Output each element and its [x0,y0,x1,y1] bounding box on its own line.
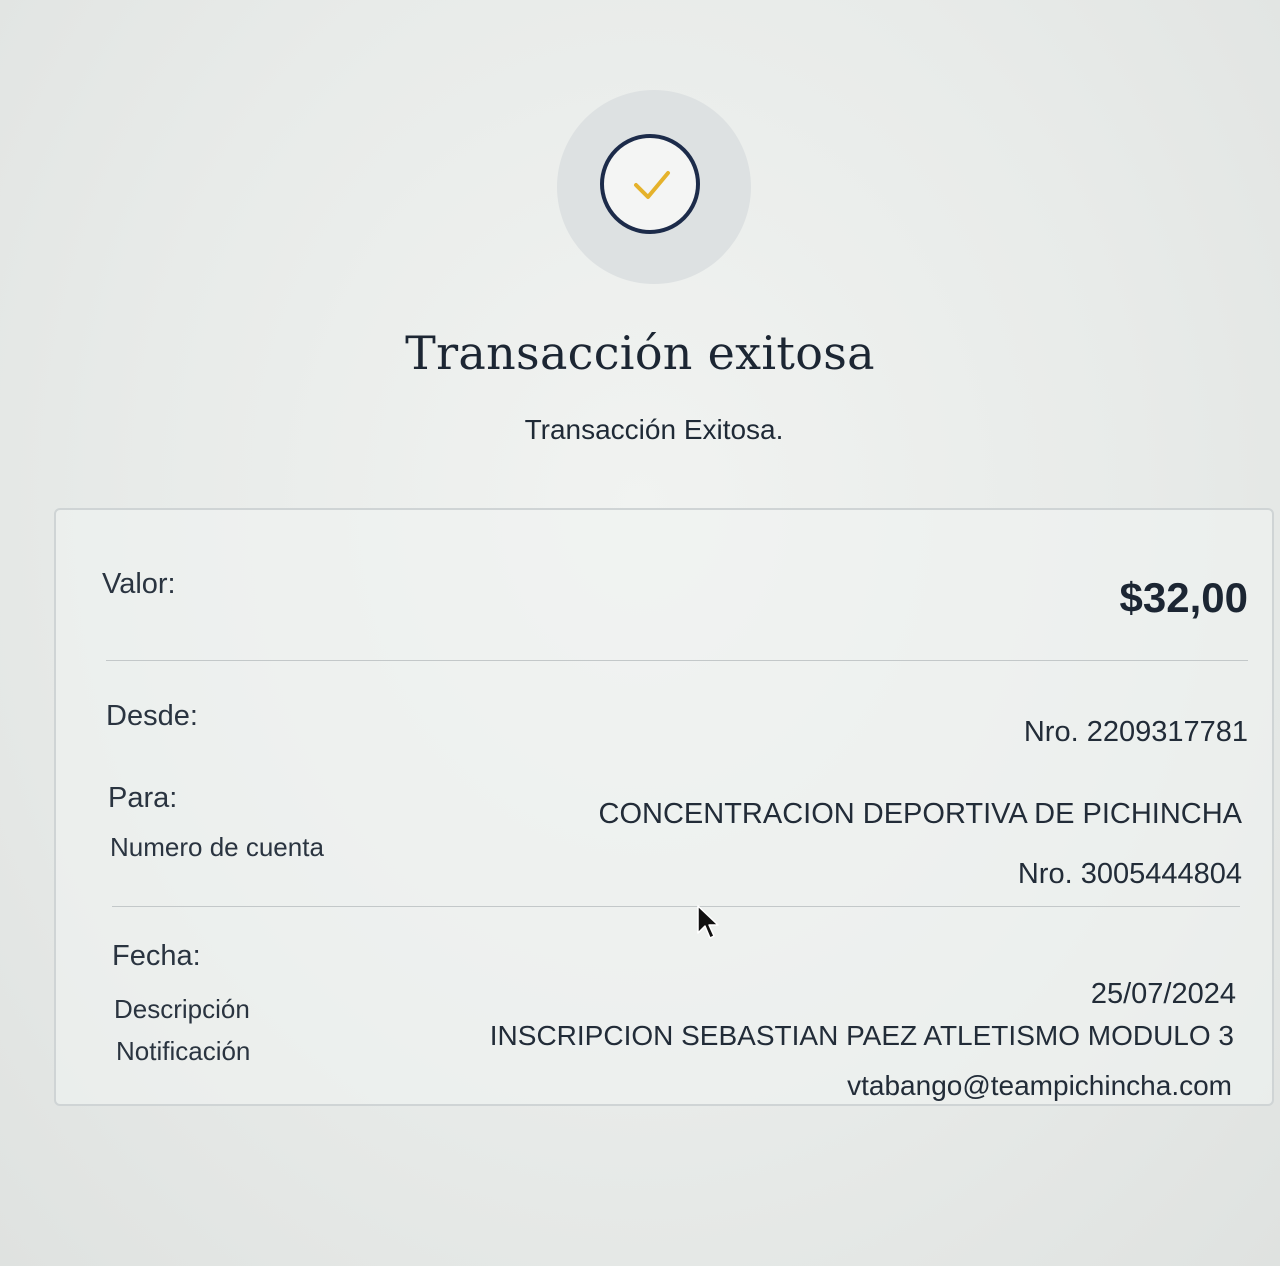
para-beneficiary-name: CONCENTRACION DEPORTIVA DE PICHINCHA [598,798,1242,830]
descripcion-label: Descripción [114,994,250,1024]
check-mark-icon [634,171,670,199]
fecha-value: 25/07/2024 [1090,978,1236,1010]
numero-de-cuenta-label: Numero de cuenta [110,832,324,862]
divider [106,660,1248,661]
mouse-cursor-icon [697,905,719,946]
valor-label: Valor: [102,568,176,600]
notificacion-email: vtabango@teampichincha.com [847,1070,1232,1101]
desde-label: Desde: [106,700,198,732]
descripcion-value: INSCRIPCION SEBASTIAN PAEZ ATLETISMO MOD… [489,1020,1234,1051]
transaction-details-card: Valor: $32,00 Desde: Nro. 2209317781 Par… [54,508,1274,1106]
para-label: Para: [108,782,178,814]
divider [112,906,1240,907]
notificacion-label: Notificación [116,1036,251,1066]
para-account-number: Nro. 3005444804 [1017,858,1242,890]
valor-amount: $32,00 [1119,574,1248,621]
check-circle-icon [600,134,700,234]
page-subtitle: Transacción Exitosa. [524,414,784,445]
desde-account-number: Nro. 2209317781 [1023,716,1248,748]
fecha-label: Fecha: [112,940,201,972]
transaction-result-screen: Transacción exitosa Transacción Exitosa.… [0,0,1280,1266]
page-title: Transacción exitosa [405,326,875,380]
